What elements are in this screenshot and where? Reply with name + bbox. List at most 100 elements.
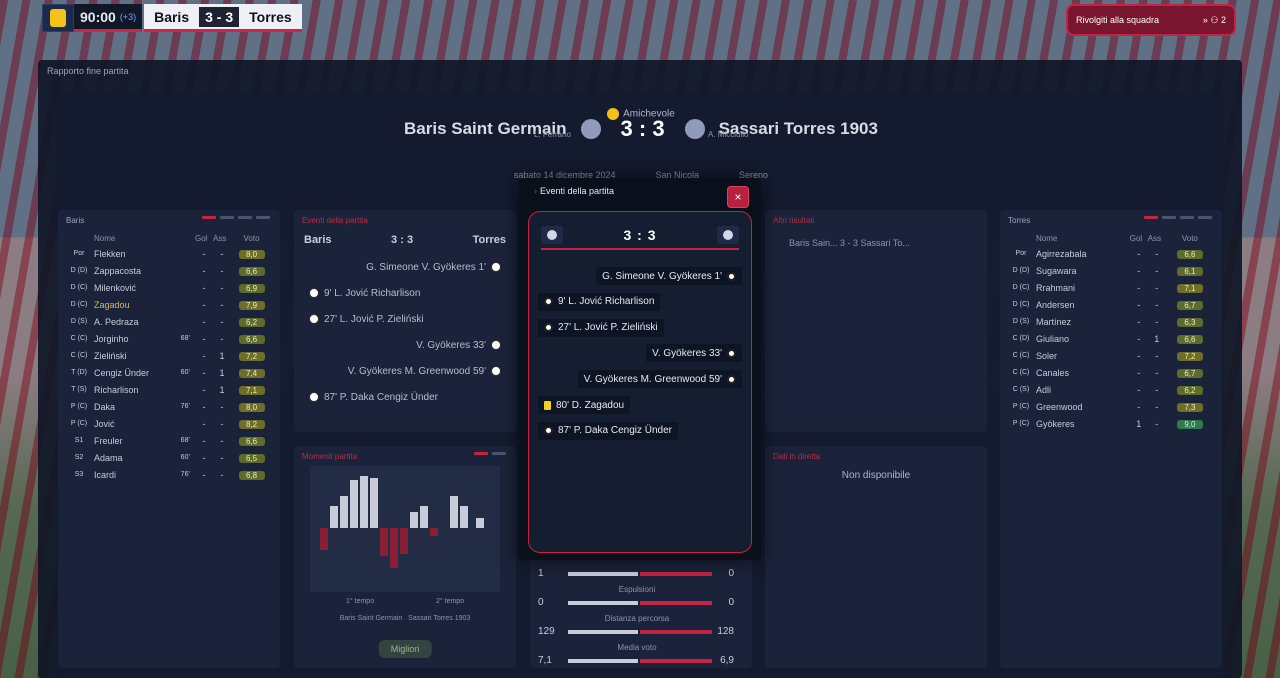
- player-rating: 6,7: [1176, 368, 1203, 378]
- modal-score: 3 : 3: [623, 227, 657, 243]
- player-position: D (D): [70, 267, 88, 274]
- match-clock: 90:00 (+3): [74, 4, 143, 32]
- player-row[interactable]: D (D) Zappacosta - - 6,6: [64, 262, 272, 279]
- player-row[interactable]: Por Agirrezabala - - 6,6: [1006, 245, 1214, 262]
- player-row[interactable]: S2 Adama 60' - - 6,5: [64, 449, 272, 466]
- tab-2[interactable]: [220, 216, 234, 219]
- col-rating: Voto: [243, 234, 260, 243]
- player-assists: -: [220, 452, 224, 463]
- player-assists: 1: [219, 350, 225, 361]
- stat-away: 128: [717, 626, 734, 637]
- away-lineup-tabs[interactable]: [1144, 216, 1212, 219]
- col-assists: Ass: [213, 234, 227, 243]
- player-row[interactable]: D (S) A. Pedraza - - 6,2: [64, 313, 272, 330]
- player-row[interactable]: S3 Icardi 76' - - 6,8: [64, 466, 272, 483]
- player-position: D (C): [70, 301, 88, 308]
- stat-bar-away: [640, 659, 712, 663]
- player-row[interactable]: C (C) Soler - - 7,2: [1006, 347, 1214, 364]
- player-name: Agirrezabala: [1036, 248, 1087, 259]
- event-text: V. Gyökeres 33': [652, 347, 722, 359]
- tab-a[interactable]: [474, 452, 488, 455]
- talk-to-team-button[interactable]: Rivolgiti alla squadra » ⚇ 2: [1066, 4, 1236, 36]
- player-row[interactable]: D (S) Martínez - - 6,3: [1006, 313, 1214, 330]
- stat-home: 0: [538, 597, 544, 608]
- event-text: 9' L. Jović Richarlison: [558, 296, 655, 308]
- event-text: G. Simeone V. Gyökeres 1': [602, 270, 722, 282]
- player-goals: -: [202, 418, 206, 429]
- tab-4[interactable]: [1198, 216, 1212, 219]
- stat-label: Espulsioni: [618, 585, 656, 594]
- stat-away: 0: [728, 597, 734, 608]
- player-rating: 6,8: [238, 470, 265, 480]
- player-row[interactable]: C (S) Adli - - 6,2: [1006, 381, 1214, 398]
- player-assists: -: [1155, 401, 1159, 412]
- player-row[interactable]: P (C) Daka 76' - - 8,0: [64, 398, 272, 415]
- momentum-tabs[interactable]: [474, 452, 506, 455]
- player-row[interactable]: P (C) Gyökeres 1 - 9,0: [1006, 415, 1214, 432]
- event-text: 80' D. Zagadou: [556, 399, 625, 411]
- player-goals: -: [202, 350, 206, 361]
- away-crest-icon: [716, 226, 739, 244]
- player-name: Daka: [94, 401, 116, 412]
- best-players-button[interactable]: Migliori: [378, 640, 432, 658]
- momentum-bar: [330, 506, 338, 528]
- player-assists: -: [1155, 265, 1159, 276]
- player-row[interactable]: C (D) Giuliano - 1 6,6: [1006, 330, 1214, 347]
- player-rating: 6,5: [238, 453, 265, 463]
- events-modal: › Eventi della partita × 3 : 3 G. Simeone…: [519, 178, 761, 560]
- tab-4[interactable]: [256, 216, 270, 219]
- player-name: A. Pedraza: [94, 316, 139, 327]
- player-position: P (C): [1012, 403, 1030, 410]
- home-lineup-tabs[interactable]: [202, 216, 270, 219]
- away-lineup-title: Torres: [1008, 216, 1031, 225]
- player-rating: 6,7: [1176, 300, 1203, 310]
- player-goals: -: [202, 265, 206, 276]
- final-score: 3 : 3: [620, 116, 665, 141]
- player-row[interactable]: D (C) Rrahmani - - 7,1: [1006, 279, 1214, 296]
- player-row[interactable]: D (C) Andersen - - 6,7: [1006, 296, 1214, 313]
- player-row[interactable]: D (C) Milenković - - 6,9: [64, 279, 272, 296]
- player-row[interactable]: C (C) Jorginho 68' - - 6,6: [64, 330, 272, 347]
- tab-1[interactable]: [202, 216, 216, 219]
- player-assists: -: [220, 418, 224, 429]
- tab-b[interactable]: [492, 452, 506, 455]
- player-row[interactable]: C (C) Zieliński - 1 7,2: [64, 347, 272, 364]
- player-rating: 6,6: [1176, 334, 1203, 344]
- player-rating: 7,1: [1176, 283, 1203, 293]
- stat-bar-home: [568, 630, 638, 634]
- col-assists: Ass: [1147, 234, 1162, 243]
- away-coach: A. Micciullo: [708, 130, 749, 139]
- event-row: 27' L. Jović P. Zieliński: [304, 306, 506, 332]
- player-row[interactable]: C (C) Canales - - 6,7: [1006, 364, 1214, 381]
- col-goals: Gol: [195, 234, 208, 243]
- player-rating: 9,0: [1176, 419, 1203, 429]
- player-row[interactable]: D (D) Sugawara - - 6,1: [1006, 262, 1214, 279]
- player-row[interactable]: T (D) Cengiz Ünder 60' - 1 7,4: [64, 364, 272, 381]
- player-goals: -: [1137, 299, 1141, 310]
- tab-1[interactable]: [1144, 216, 1158, 219]
- player-assists: -: [1155, 418, 1159, 429]
- live-data-value: Non disponibile: [841, 470, 911, 481]
- tab-3[interactable]: [1180, 216, 1194, 219]
- live-data-panel: Dati in diretta Non disponibile: [765, 446, 987, 668]
- momentum-bar: [420, 506, 428, 528]
- player-row[interactable]: T (S) Richarlison - 1 7,1: [64, 381, 272, 398]
- player-row[interactable]: D (C) Zagadou - - 7,9: [64, 296, 272, 313]
- competition-logo-icon: [42, 4, 74, 32]
- player-name: Andersen: [1036, 299, 1075, 310]
- player-rating: 6,2: [1176, 385, 1203, 395]
- player-rating: 8,0: [238, 249, 265, 259]
- tab-2[interactable]: [1162, 216, 1176, 219]
- player-row[interactable]: S1 Freuler 68' - - 6,6: [64, 432, 272, 449]
- player-name: Jović: [94, 418, 115, 429]
- events-away: Torres: [472, 234, 506, 246]
- event-text: 87' P. Daka Cengiz Ünder: [324, 391, 439, 403]
- tab-3[interactable]: [238, 216, 252, 219]
- player-position: D (S): [1012, 318, 1030, 325]
- stat-row: 1 0: [530, 556, 744, 584]
- player-row[interactable]: P (C) Jović - - 8,2: [64, 415, 272, 432]
- player-row[interactable]: P (C) Greenwood - - 7,3: [1006, 398, 1214, 415]
- other-result-row[interactable]: Baris Sain... 3 - 3 Sassari To...: [789, 238, 910, 248]
- close-button[interactable]: ×: [727, 186, 749, 208]
- player-row[interactable]: Por Flekken - - 8,0: [64, 245, 272, 262]
